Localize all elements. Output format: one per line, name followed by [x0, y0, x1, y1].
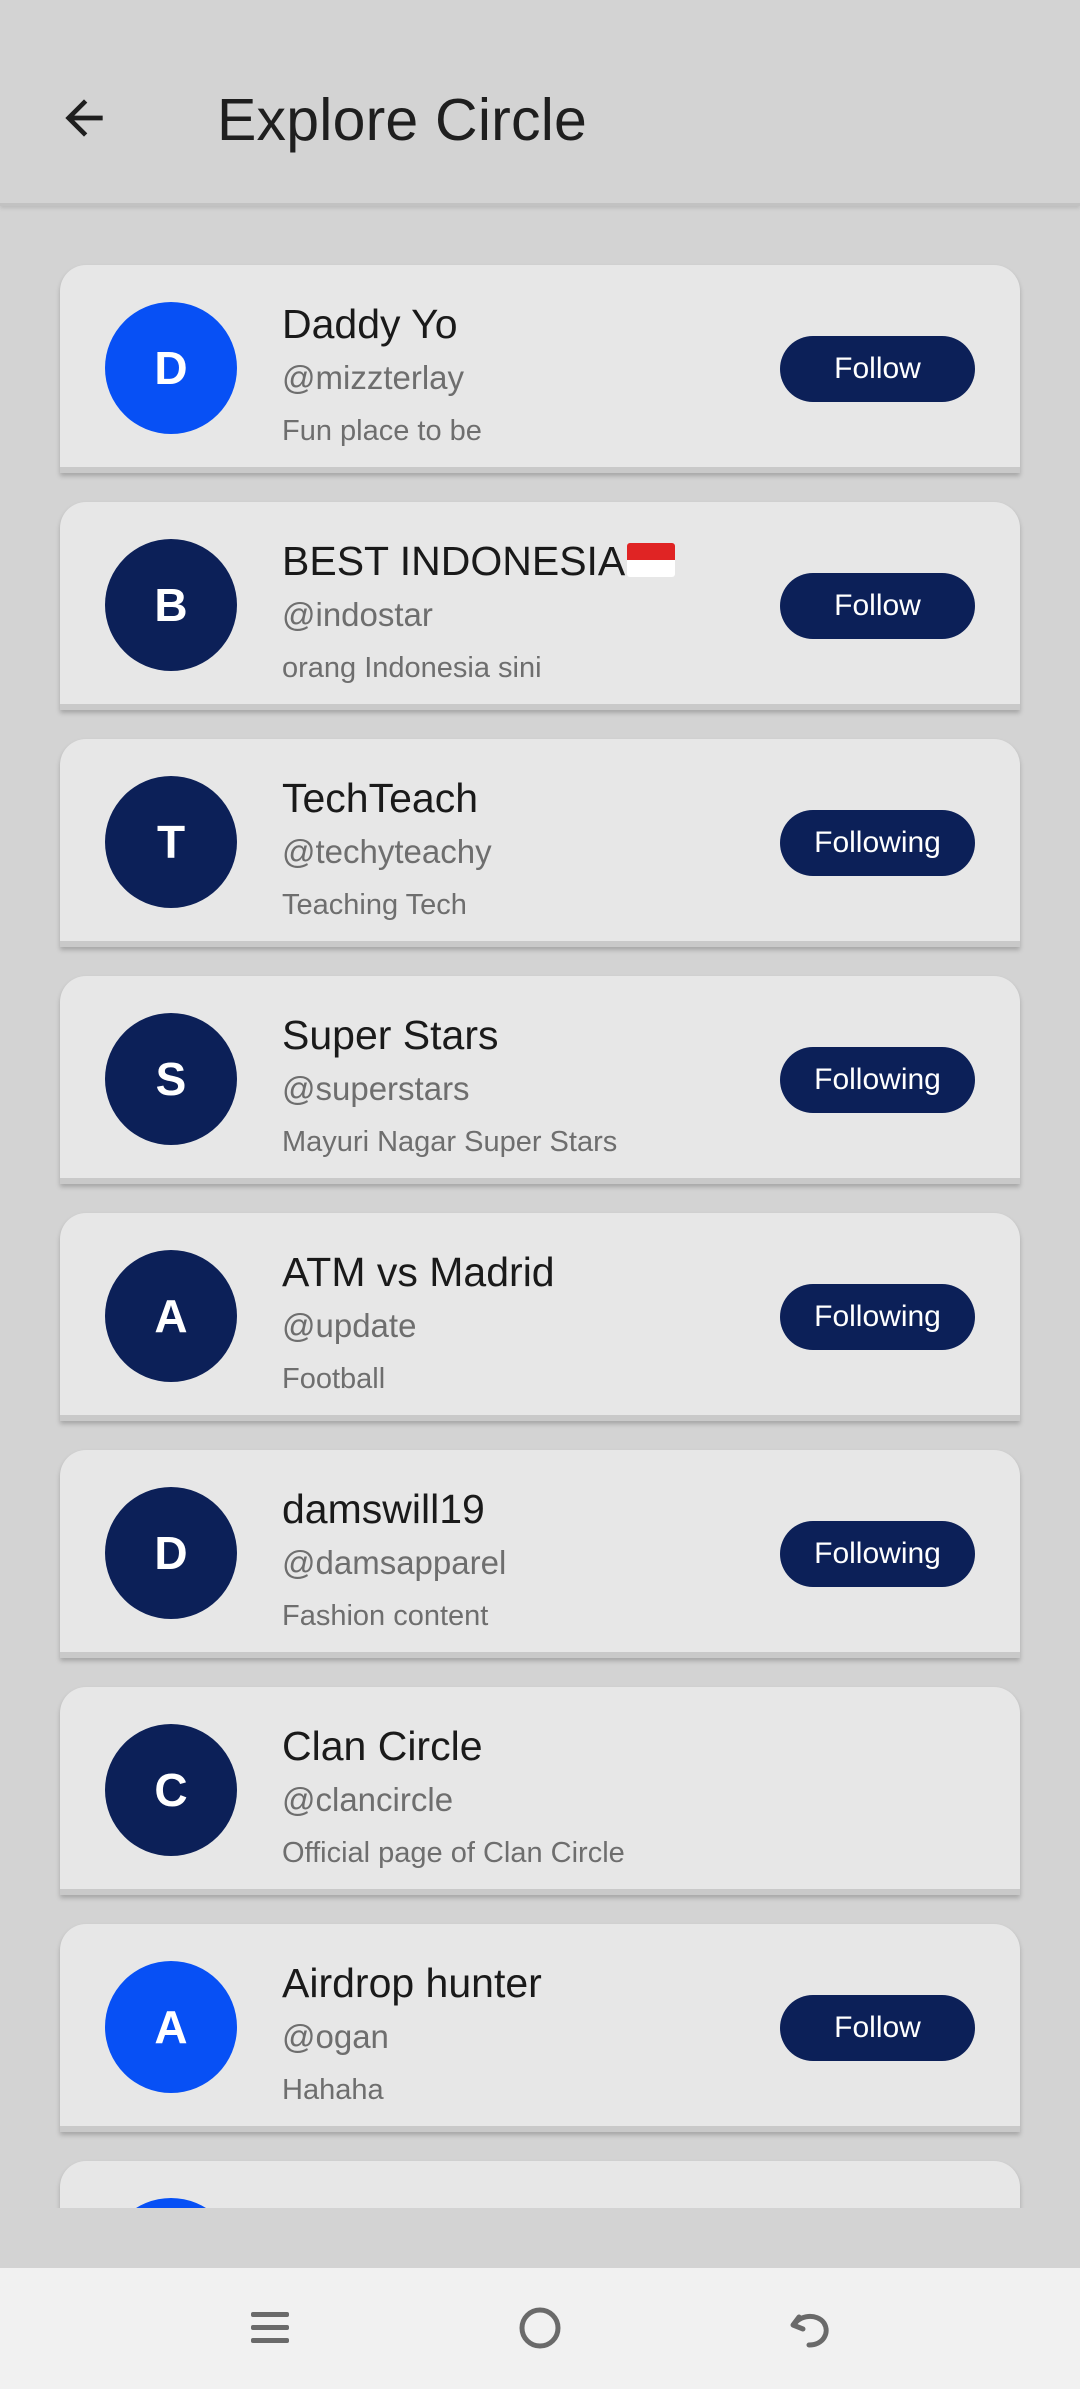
circle-name: Super Stars — [282, 1012, 499, 1058]
circle-name: Airdrop hunter — [282, 1960, 542, 2006]
circle-handle: @mizzterlay — [282, 359, 465, 396]
circle-card-best-indonesia[interactable]: B BEST INDONESIA @indostar orang Indones… — [60, 502, 1020, 710]
circle-handle: @clancircle — [282, 1781, 454, 1818]
circle-bio: Hahaha — [282, 2074, 384, 2106]
back-button[interactable] — [44, 78, 124, 158]
circle-bio: Official page of Clan Circle — [282, 1837, 625, 1869]
circle-card-super-stars[interactable]: S Super Stars @superstars Mayuri Nagar S… — [60, 976, 1020, 1184]
nav-back-button[interactable] — [770, 2288, 850, 2368]
circle-bio: Football — [282, 1363, 386, 1395]
circle-card-clan-circle[interactable]: C Clan Circle @clancircle Official page … — [60, 1687, 1020, 1895]
avatar: D — [105, 302, 237, 434]
circle-card-damswill19[interactable]: D damswill19 @damsapparel Fashion conten… — [60, 1450, 1020, 1658]
circle-handle: @damsapparel — [282, 1544, 507, 1581]
circle-name: Clan Circle — [282, 1723, 483, 1769]
following-button[interactable]: Following — [780, 1047, 975, 1113]
follow-button[interactable]: Follow — [780, 573, 975, 639]
circle-name: TechTeach — [282, 775, 479, 821]
circle-handle: @ogan — [282, 2018, 389, 2055]
circle-name: ATM vs Madrid — [282, 1249, 555, 1295]
page-title: Explore Circle — [217, 87, 588, 153]
following-button[interactable]: Following — [780, 1284, 975, 1350]
app-root: Explore Circle D Daddy Yo @mizzterlay Fu… — [0, 0, 1080, 2389]
circle-handle: @superstars — [282, 1070, 470, 1107]
following-button[interactable]: Following — [780, 810, 975, 876]
circle-name: BEST INDONESIA — [282, 538, 626, 584]
avatar: B — [105, 539, 237, 671]
nav-home-button[interactable] — [500, 2288, 580, 2368]
follow-button[interactable]: Follow — [780, 336, 975, 402]
home-circle-icon — [519, 2307, 561, 2349]
follow-button[interactable]: Follow — [780, 1995, 975, 2061]
circle-card-atm-vs-madrid[interactable]: A ATM vs Madrid @update Football Followi… — [60, 1213, 1020, 1421]
circle-bio: Teaching Tech — [282, 889, 467, 921]
circle-name: Daddy Yo — [282, 301, 458, 347]
circle-card-techteach[interactable]: T TechTeach @techyteachy Teaching Tech F… — [60, 739, 1020, 947]
following-button[interactable]: Following — [780, 1521, 975, 1587]
nav-menu-button[interactable] — [230, 2288, 310, 2368]
circle-bio: Fashion content — [282, 1600, 489, 1632]
circle-card-airdrop-hunter[interactable]: A Airdrop hunter @ogan Hahaha Follow — [60, 1924, 1020, 2132]
avatar: S — [105, 1013, 237, 1145]
circle-bio: Mayuri Nagar Super Stars — [282, 1126, 618, 1158]
avatar: A — [105, 1961, 237, 2093]
circle-card-partial[interactable] — [60, 2161, 1020, 2208]
menu-icon — [251, 2312, 289, 2343]
avatar: D — [105, 1487, 237, 1619]
top-app-bar: Explore Circle — [0, 0, 1080, 206]
system-nav-bar — [0, 2268, 1080, 2389]
circle-name-row: BEST INDONESIA — [282, 538, 676, 585]
arrow-left-icon — [65, 99, 103, 137]
avatar — [105, 2198, 237, 2208]
avatar: A — [105, 1250, 237, 1382]
circle-bio: orang Indonesia sini — [282, 652, 542, 684]
circle-handle: @indostar — [282, 596, 433, 633]
indonesia-flag-icon — [627, 543, 676, 577]
undo-back-icon — [790, 2314, 829, 2348]
circle-list[interactable]: D Daddy Yo @mizzterlay Fun place to be F… — [0, 206, 1080, 2208]
circle-bio: Fun place to be — [282, 415, 482, 447]
circle-name: damswill19 — [282, 1486, 485, 1532]
avatar: T — [105, 776, 237, 908]
circle-card-daddy-yo[interactable]: D Daddy Yo @mizzterlay Fun place to be F… — [60, 265, 1020, 473]
circle-handle: @update — [282, 1307, 417, 1344]
avatar: C — [105, 1724, 237, 1856]
circle-handle: @techyteachy — [282, 833, 492, 870]
